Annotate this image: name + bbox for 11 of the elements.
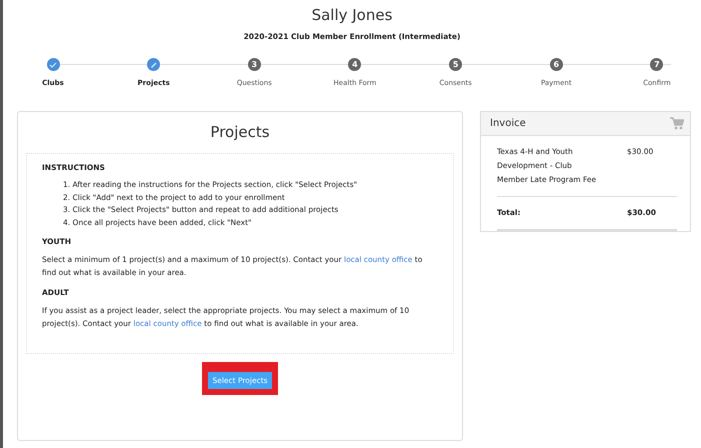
check-icon[interactable] bbox=[46, 58, 60, 71]
step-number[interactable]: 5 bbox=[449, 58, 462, 71]
step-number[interactable]: 6 bbox=[550, 58, 563, 71]
member-name: Sally Jones bbox=[310, 6, 394, 24]
step-number[interactable]: 7 bbox=[650, 58, 664, 71]
step-number[interactable]: 4 bbox=[348, 58, 362, 71]
step-number[interactable]: 3 bbox=[248, 58, 261, 71]
invoice-title: Invoice bbox=[490, 118, 526, 129]
cart-icon bbox=[670, 117, 684, 130]
pencil-icon[interactable] bbox=[147, 58, 160, 71]
card-title: Projects bbox=[209, 122, 271, 143]
